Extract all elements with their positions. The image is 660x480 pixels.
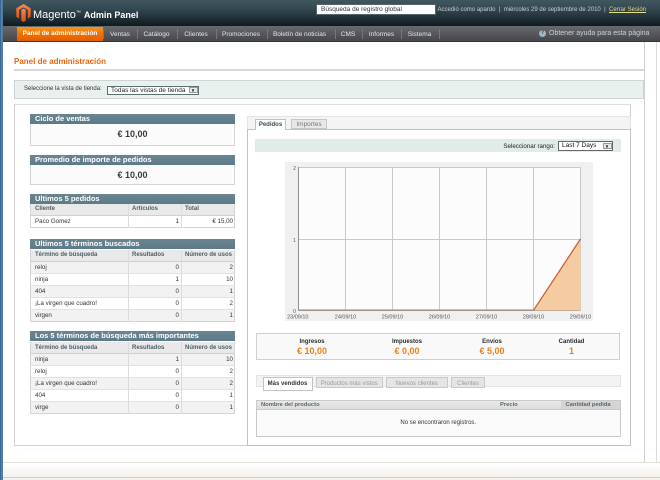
svg-text:27/09/10: 27/09/10 xyxy=(476,315,497,321)
svg-text:28/09/10: 28/09/10 xyxy=(523,315,544,321)
svg-text:24/09/10: 24/09/10 xyxy=(335,315,356,321)
svg-text:25/09/10: 25/09/10 xyxy=(382,315,403,321)
svg-text:1: 1 xyxy=(293,238,296,244)
svg-text:29/09/10: 29/09/10 xyxy=(570,315,591,321)
svg-text:26/09/10: 26/09/10 xyxy=(429,315,450,321)
svg-text:23/09/10: 23/09/10 xyxy=(287,315,308,321)
svg-text:2: 2 xyxy=(293,166,296,172)
